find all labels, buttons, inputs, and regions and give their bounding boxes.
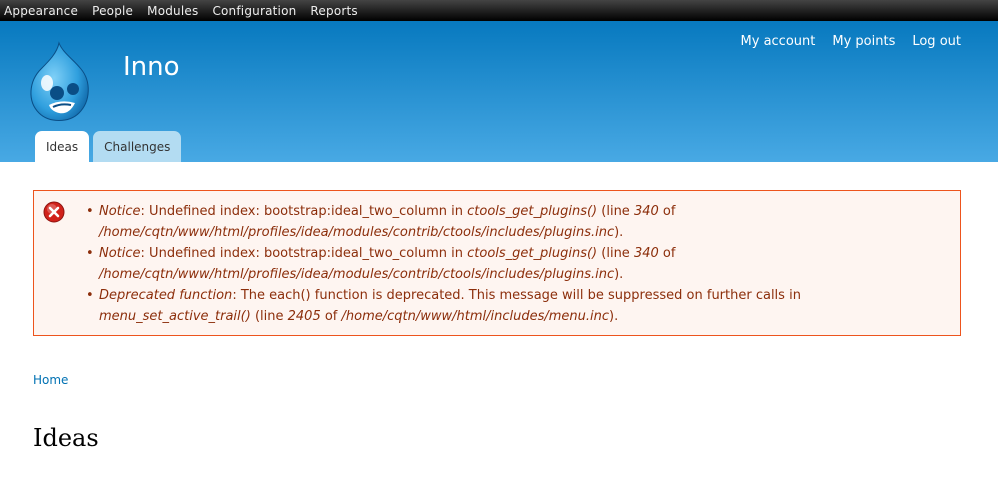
site-header: Inno My account My points Log out Ideas … [0, 21, 998, 162]
tab-ideas[interactable]: Ideas [35, 131, 90, 162]
my-points-link[interactable]: My points [832, 34, 895, 49]
my-account-link[interactable]: My account [741, 34, 816, 49]
toolbar-configuration[interactable]: Configuration [212, 4, 296, 18]
toolbar-appearance[interactable]: Appearance [4, 4, 78, 18]
drupal-logo-icon[interactable] [29, 39, 93, 127]
message-list: Notice: Undefined index: bootstrap:ideal… [86, 201, 950, 327]
page-title: Ideas [33, 424, 99, 452]
primary-tabs: Ideas Challenges [35, 131, 182, 162]
tab-challenges[interactable]: Challenges [93, 131, 182, 162]
toolbar-reports[interactable]: Reports [310, 4, 357, 18]
error-messages: Notice: Undefined index: bootstrap:ideal… [33, 190, 961, 336]
message-item: Notice: Undefined index: bootstrap:ideal… [86, 243, 950, 285]
message-item: Notice: Undefined index: bootstrap:ideal… [86, 201, 950, 243]
toolbar-modules[interactable]: Modules [147, 4, 198, 18]
message-item: Deprecated function: The each() function… [86, 285, 950, 327]
breadcrumb-home-link[interactable]: Home [33, 373, 68, 387]
log-out-link[interactable]: Log out [912, 34, 961, 49]
error-icon [43, 201, 65, 223]
toolbar-people[interactable]: People [92, 4, 133, 18]
site-name[interactable]: Inno [123, 52, 180, 82]
admin-toolbar: Appearance People Modules Configuration … [0, 0, 998, 21]
secondary-menu: My account My points Log out [741, 34, 961, 49]
